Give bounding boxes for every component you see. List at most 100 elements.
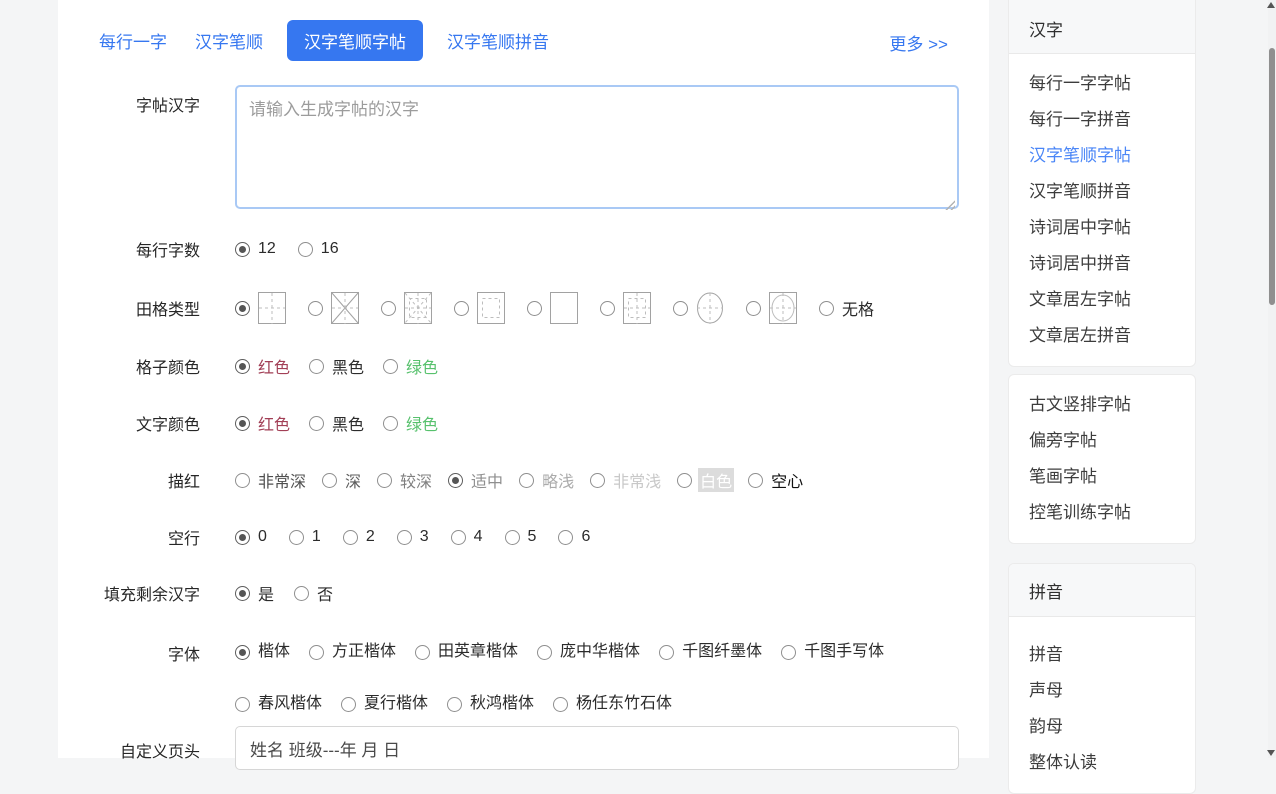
trace-option-label: 适中: [469, 468, 505, 492]
empty-rows-option-5[interactable]: 4: [451, 528, 485, 546]
per-row-count-option-1[interactable]: 12: [235, 240, 278, 258]
empty-rows-option-2[interactable]: 1: [289, 528, 323, 546]
font-option-9[interactable]: 秋鸿楷体: [447, 685, 536, 723]
top-tabs: 每行一字汉字笔顺汉字笔顺字帖汉字笔顺拼音: [95, 22, 553, 58]
grid-type-option-1[interactable]: [235, 291, 287, 326]
trace-option-label: 非常深: [256, 468, 308, 492]
font-option-2[interactable]: 方正楷体: [309, 633, 398, 671]
radio-icon: [383, 416, 398, 431]
trace-label: 描红: [58, 468, 200, 492]
font-option-label: 方正楷体: [330, 633, 398, 671]
sidebar-item-2-3[interactable]: 笔画字帖: [1009, 459, 1195, 495]
radio-icon: [309, 416, 324, 431]
sidebar-item-1-5[interactable]: 诗词居中字帖: [1009, 210, 1195, 246]
font-option-4[interactable]: 庞中华楷体: [537, 633, 642, 671]
sidebar-item-3-3[interactable]: 韵母: [1009, 709, 1195, 745]
row-trace: 描红 非常深 深 较深 适中略浅非常浅白色空心: [58, 464, 805, 496]
trace-option-4[interactable]: 适中: [448, 468, 505, 492]
tab-1[interactable]: 每行一字: [95, 21, 171, 60]
font-option-3[interactable]: 田英章楷体: [415, 633, 520, 671]
sidebar-item-1-3[interactable]: 汉字笔顺字帖: [1009, 138, 1195, 174]
font-option-5[interactable]: 千图纤墨体: [659, 633, 764, 671]
trace-option-8[interactable]: 空心: [748, 468, 805, 492]
empty-rows-option-7[interactable]: 6: [558, 528, 592, 546]
radio-icon: [748, 473, 763, 488]
tab-4[interactable]: 汉字笔顺拼音: [443, 21, 553, 60]
trace-option-label: 较深: [398, 468, 434, 492]
font-option-8[interactable]: 夏行楷体: [341, 685, 430, 723]
empty-rows-option-3[interactable]: 2: [343, 528, 377, 546]
font-option-6[interactable]: 千图手写体: [781, 633, 886, 671]
sidebar-item-3-1[interactable]: 拼音: [1009, 637, 1195, 673]
radio-icon: [235, 586, 250, 601]
text-color-option-3[interactable]: 绿色: [383, 411, 440, 435]
empty-rows-option-6[interactable]: 5: [505, 528, 539, 546]
tab-3[interactable]: 汉字笔顺字帖: [287, 20, 423, 61]
sidebar-item-1-4[interactable]: 汉字笔顺拼音: [1009, 174, 1195, 210]
fill-remaining-option-1[interactable]: 是: [235, 581, 276, 605]
radio-icon: [377, 473, 392, 488]
sidebar-item-2-1[interactable]: 古文竖排字帖: [1009, 387, 1195, 423]
sidebar-item-1-8[interactable]: 文章居左拼音: [1009, 318, 1195, 354]
grid-color-option-2[interactable]: 黑色: [309, 354, 366, 378]
trace-option-2[interactable]: 深: [322, 468, 363, 492]
main-panel: 每行一字汉字笔顺汉字笔顺字帖汉字笔顺拼音 更多 >> 字帖汉字 每行字数 121…: [58, 0, 989, 758]
trace-option-5[interactable]: 略浅: [519, 468, 576, 492]
trace-option-6[interactable]: 非常浅: [590, 468, 663, 492]
font-option-label: 田英章楷体: [436, 633, 520, 671]
radio-icon: [343, 530, 358, 545]
grid-type-option-3[interactable]: [381, 291, 433, 326]
font-option-1[interactable]: 楷体: [235, 633, 292, 671]
grid-color-option-1[interactable]: 红色: [235, 354, 292, 378]
hanzi-input[interactable]: [235, 85, 959, 209]
text-color-option-1[interactable]: 红色: [235, 411, 292, 435]
sidebar-section-title: 汉字: [1009, 0, 1195, 54]
empty-rows-option-1[interactable]: 0: [235, 528, 269, 546]
grid-color-option-3[interactable]: 绿色: [383, 354, 440, 378]
fill-remaining-option-2[interactable]: 否: [294, 581, 335, 605]
custom-header-input[interactable]: [235, 726, 959, 770]
sidebar-item-1-7[interactable]: 文章居左字帖: [1009, 282, 1195, 318]
empty-rows-option-4[interactable]: 3: [397, 528, 431, 546]
text-color-option-label: 黑色: [330, 411, 366, 435]
sidebar-item-3-2[interactable]: 声母: [1009, 673, 1195, 709]
grid-type-option-8[interactable]: [746, 291, 798, 326]
grid-type-option-4[interactable]: [454, 291, 506, 326]
grid-type-option-none[interactable]: 无格: [819, 296, 876, 320]
per-row-count-label: 每行字数: [58, 237, 200, 261]
radio-icon: [289, 530, 304, 545]
grid-type-option-2[interactable]: [308, 291, 360, 326]
grid-type-option-5[interactable]: [527, 291, 579, 326]
radio-icon: [553, 697, 568, 712]
sidebar-item-2-4[interactable]: 控笔训练字帖: [1009, 495, 1195, 531]
trace-option-3[interactable]: 较深: [377, 468, 434, 492]
scrollbar-track[interactable]: [1268, 0, 1276, 758]
grid-type-option-7[interactable]: [673, 291, 725, 326]
trace-option-7[interactable]: 白色: [677, 468, 734, 492]
sidebar-item-3-4[interactable]: 整体认读: [1009, 745, 1195, 781]
custom-header-label: 自定义页头: [58, 738, 200, 762]
scroll-down-icon[interactable]: [1267, 750, 1275, 756]
scrollbar-thumb[interactable]: [1269, 48, 1275, 305]
tab-2[interactable]: 汉字笔顺: [191, 21, 267, 60]
sidebar-item-1-1[interactable]: 每行一字字帖: [1009, 66, 1195, 102]
text-color-option-label: 红色: [256, 411, 292, 435]
sidebar-item-1-6[interactable]: 诗词居中拼音: [1009, 246, 1195, 282]
text-color-option-2[interactable]: 黑色: [309, 411, 366, 435]
sidebar-item-1-2[interactable]: 每行一字拼音: [1009, 102, 1195, 138]
hanzi-label: 字帖汉字: [58, 92, 200, 116]
font-option-10[interactable]: 杨任东竹石体: [553, 685, 674, 723]
grid-type-option-6[interactable]: [600, 291, 652, 326]
trace-option-label: 深: [343, 468, 363, 492]
jiu-grid-icon: [622, 291, 652, 326]
per-row-count-option-2[interactable]: 16: [298, 240, 341, 258]
font-option-label: 夏行楷体: [362, 685, 430, 723]
trace-option-1[interactable]: 非常深: [235, 468, 308, 492]
more-link[interactable]: 更多 >>: [889, 30, 948, 55]
scroll-up-icon[interactable]: [1267, 2, 1275, 8]
sidebar-item-2-2[interactable]: 偏旁字帖: [1009, 423, 1195, 459]
font-option-7[interactable]: 春风楷体: [235, 685, 324, 723]
mi-grid-icon: [330, 291, 360, 326]
empty-rows-option-label: 5: [526, 528, 539, 546]
radio-icon: [454, 301, 469, 316]
